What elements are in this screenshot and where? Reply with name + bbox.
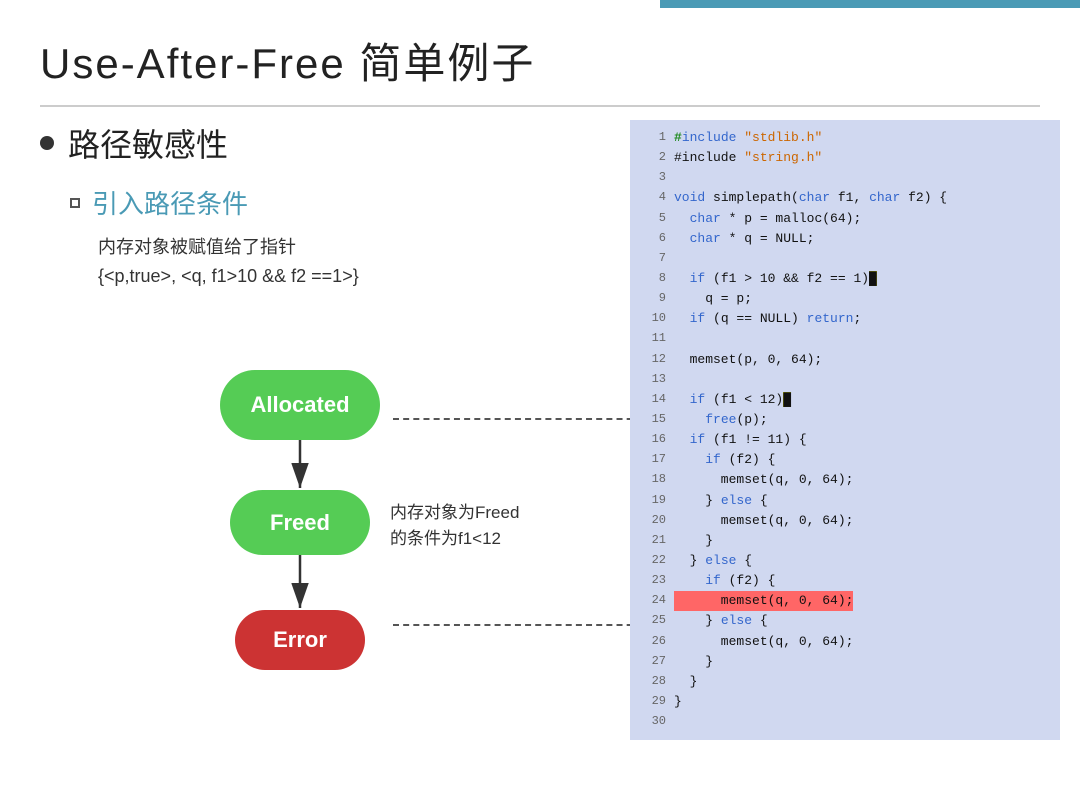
error-label: Error [273, 627, 327, 653]
freed-annotation-line2: 的条件为f1<12 [390, 526, 519, 552]
code-line-3: 3 [642, 168, 1048, 188]
desc-line1: 内存对象被赋值给了指针 [98, 233, 650, 262]
code-line-5: 5 char * p = malloc(64); [642, 209, 1048, 229]
code-line-15: 15 free(p); [642, 410, 1048, 430]
code-line-9: 9 q = p; [642, 289, 1048, 309]
dotted-arrow-allocated-to-code [393, 418, 653, 420]
dotted-arrow-error-to-code [393, 624, 653, 626]
top-accent-bar [660, 0, 1080, 8]
sub-bullet-marker-icon [70, 198, 80, 208]
page-title: Use-After-Free 简单例子 [40, 30, 535, 91]
code-line-30: 30 [642, 712, 1048, 732]
allocated-label: Allocated [250, 392, 349, 418]
code-line-28: 28 } [642, 672, 1048, 692]
code-line-13: 13 [642, 370, 1048, 390]
code-line-26: 26 memset(q, 0, 64); [642, 632, 1048, 652]
freed-label: Freed [270, 510, 330, 536]
error-node: Error [235, 610, 365, 670]
code-line-2: 2 #include "string.h" [642, 148, 1048, 168]
code-line-11: 11 [642, 329, 1048, 349]
code-line-18: 18 memset(q, 0, 64); [642, 470, 1048, 490]
code-line-20: 20 memset(q, 0, 64); [642, 511, 1048, 531]
main-bullet-text: 路径敏感性 [68, 120, 228, 166]
desc-line2: {<p,true>, <q, f1>10 && f2 ==1>} [98, 262, 650, 291]
description-block: 内存对象被赋值给了指针 {<p,true>, <q, f1>10 && f2 =… [98, 233, 650, 291]
code-line-8: 8 if (f1 > 10 && f2 == 1)█ [642, 269, 1048, 289]
code-line-1: 1 #include "stdlib.h" [642, 128, 1048, 148]
title-divider [40, 105, 1040, 107]
code-line-22: 22 } else { [642, 551, 1048, 571]
code-line-19: 19 } else { [642, 491, 1048, 511]
code-line-10: 10 if (q == NULL) return; [642, 309, 1048, 329]
code-line-16: 16 if (f1 != 11) { [642, 430, 1048, 450]
code-line-12: 12 memset(p, 0, 64); [642, 350, 1048, 370]
code-line-27: 27 } [642, 652, 1048, 672]
code-line-6: 6 char * q = NULL; [642, 229, 1048, 249]
code-line-17: 17 if (f2) { [642, 450, 1048, 470]
code-line-23: 23 if (f2) { [642, 571, 1048, 591]
code-line-24: 24 memset(q, 0, 64); [642, 591, 1048, 611]
sub-bullet: 引入路径条件 [70, 184, 650, 221]
sub-bullet-text: 引入路径条件 [92, 184, 248, 221]
code-line-4: 4 void simplepath(char f1, char f2) { [642, 188, 1048, 208]
bullet-dot-icon [40, 136, 54, 150]
left-content-area: 路径敏感性 引入路径条件 内存对象被赋值给了指针 {<p,true>, <q, … [40, 120, 650, 291]
code-line-7: 7 [642, 249, 1048, 269]
code-line-25: 25 } else { [642, 611, 1048, 631]
code-line-14: 14 if (f1 < 12)█ [642, 390, 1048, 410]
code-line-29: 29 } [642, 692, 1048, 712]
code-panel: 1 #include "stdlib.h" 2 #include "string… [630, 120, 1060, 740]
main-bullet: 路径敏感性 [40, 120, 650, 166]
freed-annotation-line1: 内存对象为Freed [390, 500, 519, 526]
allocated-node: Allocated [220, 370, 380, 440]
code-line-21: 21 } [642, 531, 1048, 551]
freed-node: Freed [230, 490, 370, 555]
freed-annotation: 内存对象为Freed 的条件为f1<12 [390, 500, 519, 551]
